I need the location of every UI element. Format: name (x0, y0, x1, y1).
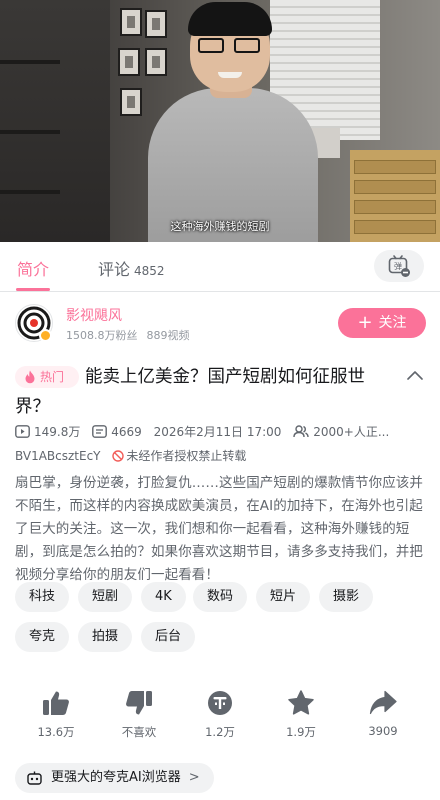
tag-item[interactable]: 短剧 (78, 582, 133, 612)
tab-bar: 简介 评论 4852 弹 (0, 242, 440, 292)
bvid[interactable]: BV1ABcsztEcY (15, 449, 101, 463)
coin-icon (208, 691, 232, 715)
favorite-button[interactable]: 1.9万 (266, 690, 336, 740)
share-button[interactable]: 3909 (348, 690, 418, 738)
video-shelf (0, 130, 60, 134)
tag-item[interactable]: 后台 (141, 622, 196, 652)
danmaku-count-icon (92, 424, 108, 438)
tag-item[interactable]: 拍摄 (78, 622, 133, 652)
video-wall-frame (120, 88, 142, 116)
video-player[interactable]: 这种海外赚钱的短剧 (0, 0, 440, 242)
like-count: 13.6万 (37, 725, 75, 739)
tab-comments-label: 评论 (98, 260, 131, 279)
viewers-icon (293, 425, 309, 438)
share-arrow-icon (369, 690, 397, 715)
video-background-wall (0, 0, 110, 242)
active-tab-indicator (16, 288, 50, 291)
tag-item[interactable]: 数码 (193, 582, 248, 612)
svg-text:弹: 弹 (394, 261, 402, 271)
views-stat: 149.8万 (15, 423, 80, 440)
video-presenter (148, 0, 318, 242)
follow-label: 关注 (378, 315, 407, 331)
danmaku-toggle-button[interactable]: 弹 (374, 250, 424, 282)
watching-stat: 2000+人正... (293, 423, 389, 440)
follow-button[interactable]: + 关注 (338, 308, 426, 338)
plus-icon: + (357, 312, 373, 333)
danmaku-off-icon: 弹 (388, 255, 410, 277)
tag-item[interactable]: 摄影 (319, 582, 374, 612)
copyright-notice: 未经作者授权禁止转载 (112, 449, 246, 463)
dislike-label: 不喜欢 (121, 725, 157, 739)
thumbs-down-icon (126, 691, 152, 715)
favorite-count: 1.9万 (286, 725, 316, 739)
publish-date: 2026年2月11日 17:00 (153, 425, 282, 439)
like-button[interactable]: 13.6万 (21, 690, 91, 740)
chevron-right-icon: > (188, 770, 200, 785)
verified-badge-icon (39, 329, 52, 342)
robot-icon (27, 771, 42, 785)
coin-button[interactable]: 1.2万 (185, 690, 255, 740)
ai-browser-label: 更强大的夸克AI浏览器 (51, 770, 181, 785)
star-icon (288, 690, 314, 715)
danmaku-stat: 4669 (92, 425, 142, 439)
hot-label: 热门 (40, 370, 65, 384)
ai-browser-promo[interactable]: 更强大的夸克AI浏览器 > (15, 763, 214, 793)
video-wall-frame (118, 48, 140, 76)
video-shelf (0, 60, 60, 64)
chevron-up-icon[interactable] (407, 370, 423, 380)
play-count-icon (15, 425, 30, 438)
video-wall-frame (120, 8, 142, 36)
video-description: 扇巴掌，身份逆袭，打脸复仇……这些国产短剧的爆款情节你应该并不陌生，而这样的内容… (15, 475, 423, 583)
tab-comments[interactable]: 评论 4852 (98, 256, 165, 280)
tag-item[interactable]: 科技 (15, 582, 70, 612)
video-meta: 149.8万 4669 2026年2月11日 17:00 2000+人正... (15, 423, 425, 441)
tag-item[interactable]: 短片 (256, 582, 311, 612)
tab-intro[interactable]: 简介 (17, 256, 49, 280)
coin-count: 1.2万 (205, 725, 235, 739)
hot-badge[interactable]: 热门 (15, 366, 79, 388)
flame-icon (25, 370, 35, 384)
dislike-button[interactable]: 不喜欢 (104, 690, 174, 740)
thumbs-up-icon (43, 691, 69, 715)
video-subtitle: 这种海外赚钱的短剧 (170, 220, 270, 233)
uploader-video-count: 889视频 (146, 329, 190, 342)
uploader-name[interactable]: 影视飓风 (66, 305, 122, 325)
bvid-row: BV1ABcsztEcY 未经作者授权禁止转载 (15, 447, 246, 464)
comment-count: 4852 (134, 264, 165, 278)
tag-item[interactable]: 夸克 (15, 622, 70, 652)
video-shelf (0, 190, 60, 194)
forbidden-icon (112, 450, 125, 462)
uploader-stats: 1508.8万粉丝 889视频 (66, 327, 199, 343)
share-count: 3909 (368, 724, 398, 738)
uploader-fans: 1508.8万粉丝 (66, 329, 138, 342)
tag-item[interactable]: 4K (141, 582, 186, 612)
